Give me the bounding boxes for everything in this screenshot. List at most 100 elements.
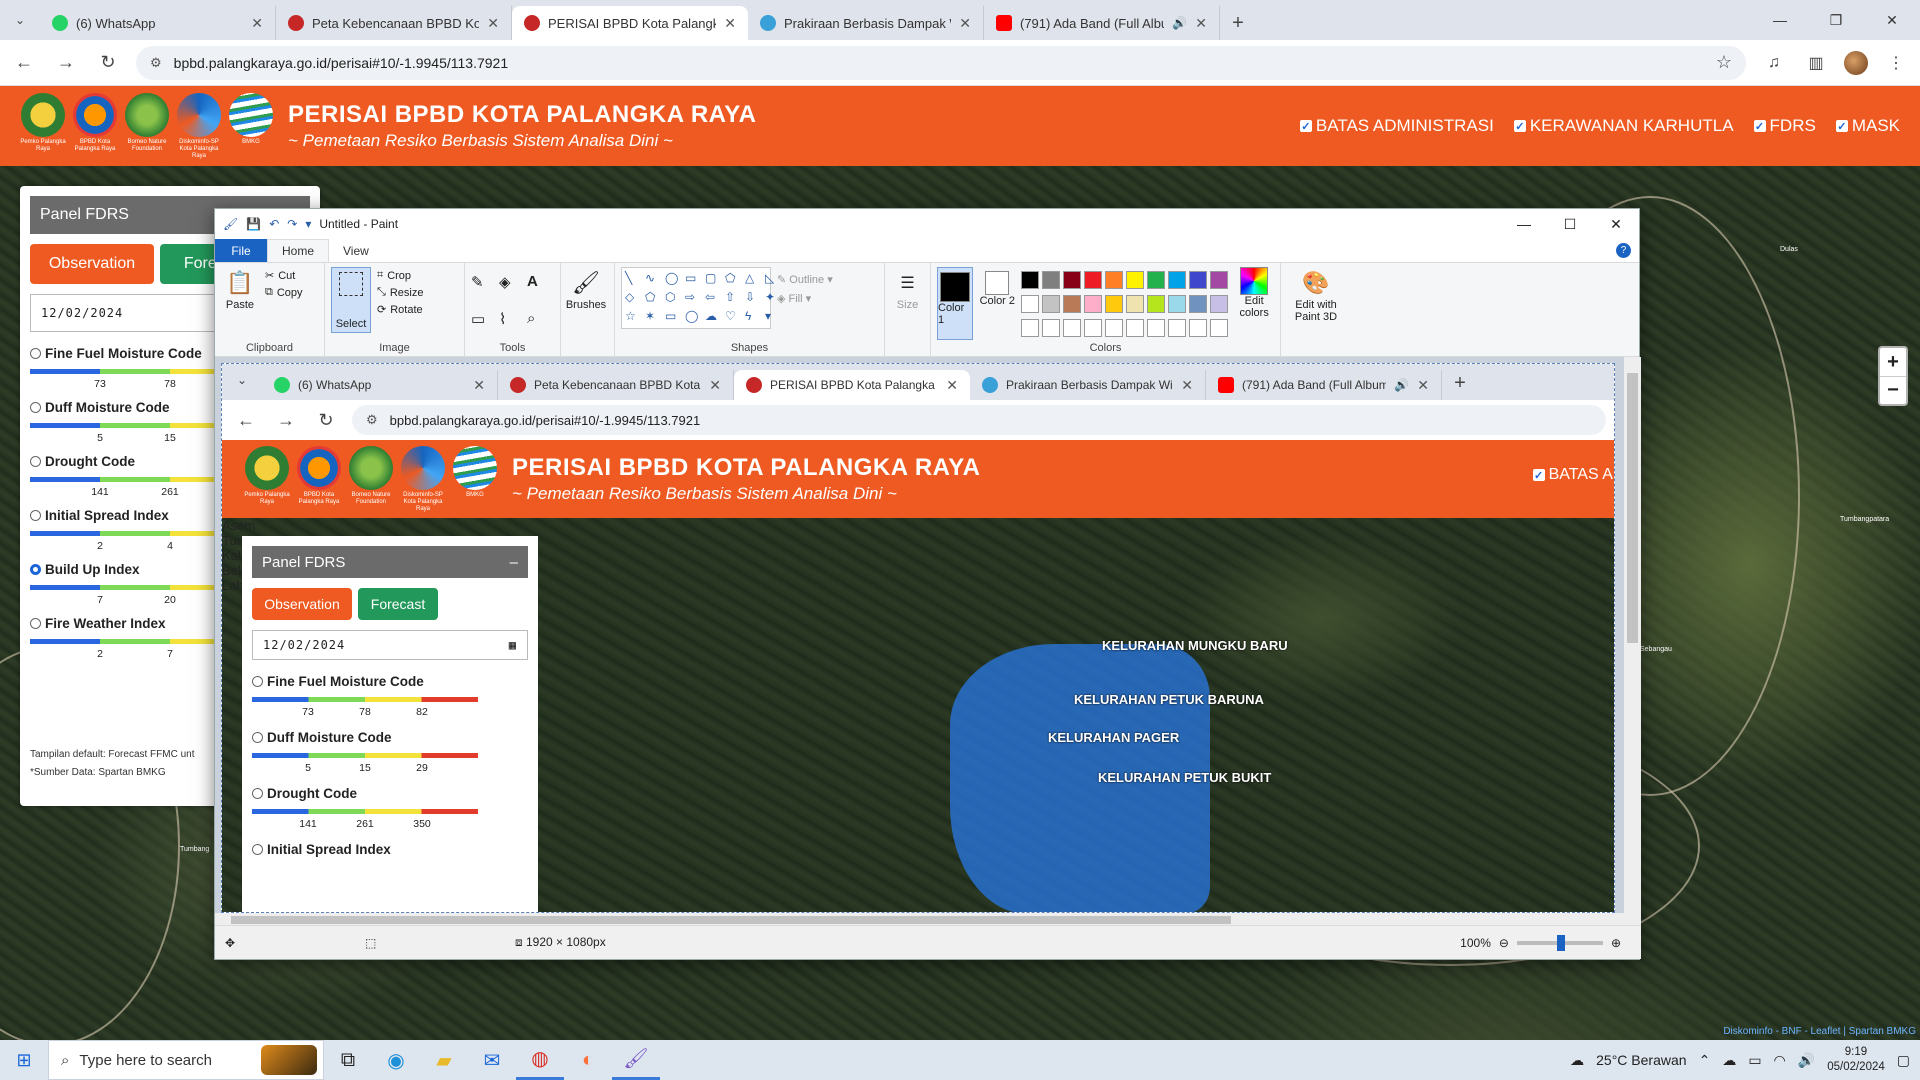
taskbar-search[interactable]: ⌕ Type here to search — [48, 1040, 324, 1080]
browser-tab[interactable]: Prakiraan Berbasis Dampak Wilayah ✕ — [748, 6, 984, 40]
redo-icon[interactable]: ↷ — [287, 217, 297, 231]
wifi-icon[interactable]: ◠ — [1774, 1052, 1786, 1069]
task-view-icon[interactable]: ⧉ — [324, 1040, 372, 1080]
new-tab-button[interactable]: + — [1220, 6, 1256, 40]
browser-tab[interactable]: Peta Kebencanaan BPBD Kota Palangka Raya… — [276, 6, 512, 40]
color-swatch[interactable] — [1063, 271, 1082, 289]
resize-button[interactable]: ⤡ Resize — [377, 286, 423, 299]
save-icon[interactable]: 💾 — [246, 217, 261, 231]
checkbox-checked-icon[interactable]: ✓ — [1299, 120, 1312, 133]
tab-search-icon[interactable]: ⌄ — [0, 0, 40, 40]
layer-toggle-fdrs[interactable]: ✓ FDRS — [1753, 116, 1816, 136]
color-swatch[interactable] — [1021, 319, 1040, 337]
color-swatch[interactable] — [1126, 271, 1145, 289]
color-swatch[interactable] — [1210, 271, 1229, 289]
color-swatch[interactable] — [1021, 295, 1040, 313]
zoom-in-button[interactable]: + — [1880, 348, 1906, 376]
edit-with-paint3d-button[interactable]: 🎨 Edit with Paint 3D — [1287, 267, 1345, 340]
radio-button[interactable] — [30, 402, 41, 413]
tab-view[interactable]: View — [329, 239, 383, 262]
restore-icon[interactable]: ❐ — [1808, 0, 1864, 40]
text-icon[interactable]: A — [527, 273, 549, 304]
radio-button-selected[interactable] — [30, 564, 41, 575]
color-palette[interactable] — [1021, 271, 1229, 340]
checkbox-checked-icon[interactable]: ✓ — [1753, 120, 1766, 133]
radio-button[interactable] — [30, 348, 41, 359]
color-swatch[interactable] — [1105, 295, 1124, 313]
minimize-icon[interactable]: — — [1752, 0, 1808, 40]
clock[interactable]: 9:19 05/02/2024 — [1827, 1045, 1885, 1075]
side-panel-icon[interactable]: ▥ — [1802, 49, 1830, 77]
color-swatch[interactable] — [1042, 295, 1061, 313]
chrome-icon[interactable]: ◍ — [516, 1040, 564, 1080]
tab-file[interactable]: File — [215, 239, 267, 262]
zoom-slider[interactable] — [1516, 934, 1603, 951]
magnifier-icon[interactable]: ⌕ — [527, 310, 549, 341]
close-tab-icon[interactable]: ✕ — [959, 15, 971, 32]
radio-button[interactable] — [30, 456, 41, 467]
edge-icon[interactable]: ◉ — [372, 1040, 420, 1080]
color-swatch[interactable] — [1147, 271, 1166, 289]
paint-canvas-area[interactable]: ⌄ (6) WhatsApp ✕ Peta Kebencanaan BPBD Ko… — [215, 357, 1641, 927]
color-swatch[interactable] — [1042, 319, 1061, 337]
radio-button[interactable] — [30, 618, 41, 629]
observation-button[interactable]: Observation — [30, 244, 154, 284]
rotate-button[interactable]: ⟳ Rotate — [377, 303, 423, 317]
color-swatch[interactable] — [1168, 295, 1187, 313]
zoom-out-button[interactable]: ⊖ — [1499, 936, 1509, 950]
color-swatch[interactable] — [1126, 295, 1145, 313]
address-bar[interactable]: ⚙ bpbd.palangkaraya.go.id/perisai#10/-1.… — [136, 45, 1746, 80]
bookmark-star-icon[interactable]: ☆ — [1716, 52, 1732, 73]
battery-icon[interactable]: ▭ — [1748, 1052, 1761, 1069]
tray-chevron-icon[interactable]: ⌃ — [1699, 1052, 1711, 1069]
layer-toggle-mask[interactable]: ✓ MASK — [1835, 116, 1900, 136]
media-control-icon[interactable]: ♫ — [1760, 49, 1788, 77]
color-swatch[interactable] — [1147, 319, 1166, 337]
color-swatch[interactable] — [1021, 271, 1040, 289]
site-info-icon[interactable]: ⚙ — [150, 55, 162, 71]
volume-icon[interactable]: 🔊 — [1798, 1052, 1815, 1069]
layer-toggle-karhutla[interactable]: ✓ KERAWANAN KARHUTLA — [1513, 116, 1734, 136]
color-swatch[interactable] — [1189, 295, 1208, 313]
paint-icon[interactable]: 🖌 — [612, 1040, 660, 1080]
paint-canvas-image[interactable]: ⌄ (6) WhatsApp ✕ Peta Kebencanaan BPBD Ko… — [221, 363, 1615, 913]
shapes-gallery[interactable]: ╲ ∿ ◯ ▭ ▢ ⬠ △ ◺ ◇ ⬠ ⬡ ⇨ ⇦ ⇧ ⇩ ✦ ☆ ✶ ▭ ◯ ☁ ♡ ϟ ▾ — [621, 267, 775, 329]
color-swatch[interactable] — [1105, 319, 1124, 337]
zoom-in-button[interactable]: ⊕ — [1611, 936, 1621, 950]
checkbox-checked-icon[interactable]: ✓ — [1835, 120, 1848, 133]
eraser-icon[interactable]: ▭ — [471, 310, 493, 341]
customize-dropdown-icon[interactable]: ▾ — [305, 217, 311, 231]
outline-button[interactable]: ✎ Outline ▾ — [777, 273, 833, 286]
select-button[interactable]: Select — [331, 267, 371, 333]
windows-start-icon[interactable]: ⊞ — [0, 1040, 48, 1080]
reload-icon[interactable]: ↻ — [94, 49, 122, 77]
maximize-icon[interactable]: ☐ — [1547, 209, 1593, 239]
onedrive-icon[interactable]: ☁ — [1722, 1052, 1736, 1069]
back-arrow-icon[interactable]: ← — [10, 49, 38, 77]
paste-button[interactable]: 📋 Paste — [221, 267, 259, 340]
close-tab-icon[interactable]: ✕ — [724, 15, 736, 32]
close-tab-icon[interactable]: ✕ — [251, 15, 263, 32]
color-swatch[interactable] — [1210, 295, 1229, 313]
firefox-icon[interactable]: ◐ — [564, 1040, 612, 1080]
fill-button[interactable]: ◈ Fill ▾ — [777, 292, 833, 305]
browser-tab-active[interactable]: PERISAI BPBD Kota Palangka Raya ✕ — [512, 6, 748, 40]
undo-icon[interactable]: ↶ — [269, 217, 279, 231]
mail-icon[interactable]: ✉ — [468, 1040, 516, 1080]
close-tab-icon[interactable]: ✕ — [487, 15, 499, 32]
file-explorer-icon[interactable]: ▰ — [420, 1040, 468, 1080]
color-swatch[interactable] — [1084, 319, 1103, 337]
color-swatch[interactable] — [1084, 271, 1103, 289]
brushes-button[interactable]: 🖌 Brushes — [566, 267, 606, 340]
weather-text[interactable]: 25°C Berawan — [1596, 1052, 1686, 1068]
help-icon[interactable]: ? — [1616, 243, 1631, 258]
map-attribution[interactable]: Diskominfo - BNF - Leaflet | Spartan BMK… — [1723, 1026, 1916, 1037]
forward-arrow-icon[interactable]: → — [52, 49, 80, 77]
cut-button[interactable]: ✂ Cut — [265, 269, 303, 283]
color-picker-icon[interactable]: ⌇ — [499, 310, 521, 341]
close-window-icon[interactable]: ✕ — [1864, 0, 1920, 40]
color-swatch[interactable] — [1210, 319, 1229, 337]
speaker-icon[interactable]: 🔊 — [1172, 16, 1187, 30]
vertical-scrollbar[interactable] — [1624, 357, 1641, 927]
size-button[interactable]: ☰ Size — [891, 267, 924, 340]
